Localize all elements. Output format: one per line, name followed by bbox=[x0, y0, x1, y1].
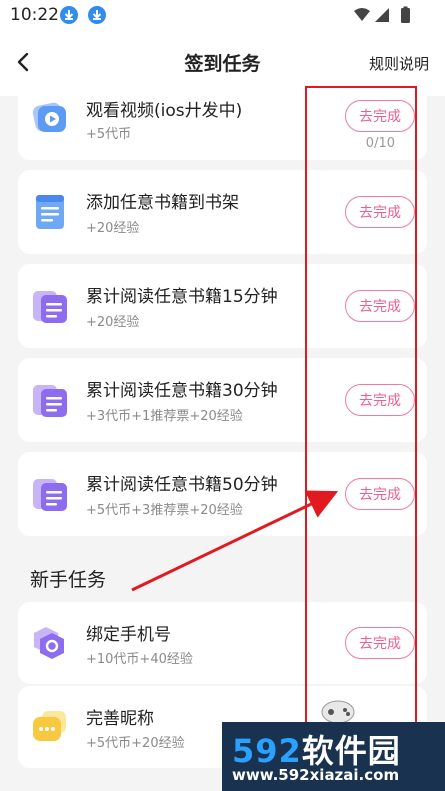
wifi-icon bbox=[354, 8, 370, 21]
task-progress: 0/10 bbox=[365, 136, 395, 151]
task-card: 添加任意书籍到书架 +20经验 去完成 bbox=[18, 170, 427, 254]
task-reward: +20经验 bbox=[86, 221, 140, 236]
task-title: 观看视频(ios廾发中) bbox=[86, 101, 243, 121]
book-stack-icon bbox=[30, 286, 70, 326]
task-card: 观看视频(ios廾发中) +5代币 去完成 0/10 bbox=[18, 96, 427, 160]
task-card: 绑定手机号 +10代币+40经验 去完成 bbox=[18, 602, 427, 684]
watermark-url: www.592xiazai.com bbox=[232, 766, 400, 784]
download-icon bbox=[60, 6, 78, 24]
task-reward: +5代币 bbox=[86, 127, 132, 142]
task-title: 添加任意书籍到书架 bbox=[86, 193, 239, 213]
book-stack-icon bbox=[30, 380, 70, 420]
go-complete-button[interactable]: 去完成 bbox=[345, 100, 415, 132]
task-card: 累计阅读任意书籍50分钟 +5代币+3推荐票+20经验 去完成 bbox=[18, 452, 427, 536]
status-time: 10:22 bbox=[10, 5, 59, 25]
go-complete-button[interactable]: 去完成 bbox=[345, 384, 415, 416]
task-reward: +20经验 bbox=[86, 315, 140, 330]
go-complete-button[interactable]: 去完成 bbox=[345, 196, 415, 228]
task-card: 累计阅读任意书籍30分钟 +3代币+1推荐票+20经验 去完成 bbox=[18, 358, 427, 442]
task-reward: +10代币+40经验 bbox=[86, 652, 193, 667]
task-title: 完善昵称 bbox=[86, 709, 154, 729]
task-title: 绑定手机号 bbox=[86, 625, 171, 645]
task-title: 累计阅读任意书籍50分钟 bbox=[86, 475, 278, 495]
site-watermark: 592软件园 www.592xiazai.com bbox=[222, 722, 445, 791]
chat-bubble-icon bbox=[30, 707, 70, 747]
cellular-signal-icon bbox=[375, 8, 389, 22]
task-title: 累计阅读任意书籍15分钟 bbox=[86, 287, 278, 307]
status-bar: 10:22 bbox=[0, 0, 445, 30]
system-status-icons bbox=[353, 6, 415, 28]
document-icon bbox=[30, 192, 70, 232]
task-reward: +5代币+20经验 bbox=[86, 736, 185, 751]
battery-icon bbox=[401, 8, 410, 23]
go-complete-button[interactable]: 去完成 bbox=[345, 478, 415, 510]
task-card: 累计阅读任意书籍15分钟 +20经验 去完成 bbox=[18, 264, 427, 348]
book-stack-icon bbox=[30, 474, 70, 514]
phone-hexagon-icon bbox=[30, 623, 70, 663]
download-icon bbox=[88, 6, 106, 24]
newbie-section-heading: 新手任务 bbox=[30, 569, 107, 591]
task-reward: +5代币+3推荐票+20经验 bbox=[86, 503, 243, 518]
go-complete-button[interactable]: 去完成 bbox=[345, 290, 415, 322]
task-reward: +3代币+1推荐票+20经验 bbox=[86, 409, 243, 424]
video-play-icon bbox=[30, 98, 70, 138]
go-complete-button[interactable]: 去完成 bbox=[345, 627, 415, 659]
rules-link[interactable]: 规则说明 bbox=[369, 53, 429, 74]
task-title: 累计阅读任意书籍30分钟 bbox=[86, 381, 278, 401]
header-bar: 签到任务 规则说明 bbox=[0, 30, 445, 96]
